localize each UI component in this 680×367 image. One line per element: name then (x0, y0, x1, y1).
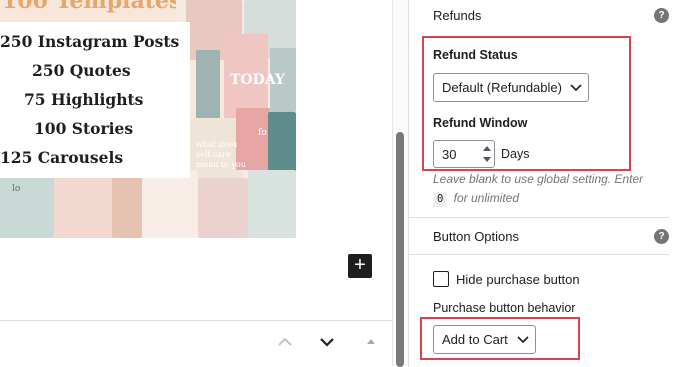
move-up-button[interactable] (273, 331, 297, 355)
chevron-down-icon (570, 84, 582, 92)
collage-small-text: fo (258, 128, 267, 138)
help-icon[interactable]: ? (654, 229, 669, 244)
hide-purchase-label[interactable]: Hide purchase button (456, 272, 580, 287)
button-options-panel-title: Button Options (433, 229, 519, 244)
collage-tile (268, 112, 296, 172)
refunds-panel-header[interactable]: Refunds ? (409, 0, 669, 32)
promo-line: 250 Instagram Posts (0, 32, 180, 51)
promo-line: 125 Carousels (0, 148, 124, 167)
chevron-down-icon (320, 338, 334, 347)
screen: TODAY what does self care mean to you lo… (0, 0, 680, 367)
panel-divider (409, 254, 669, 255)
editor-bottom-bar (0, 320, 392, 367)
promo-line: 250 Quotes (32, 61, 131, 80)
scroll-up-arrow[interactable] (359, 331, 383, 355)
product-image[interactable]: TODAY what does self care mean to you lo… (0, 0, 296, 238)
chevron-down-icon (517, 336, 529, 344)
refund-window-unit: Days (501, 147, 530, 161)
panel-divider (409, 217, 669, 218)
collage-tile (0, 176, 54, 238)
refund-status-value: Default (Refundable) (442, 80, 562, 95)
collage-tile (54, 172, 112, 238)
chevron-up-icon (278, 337, 292, 346)
spin-down-icon[interactable] (483, 157, 491, 162)
refund-window-label: Refund Window (433, 116, 528, 130)
add-block-button[interactable]: + (348, 254, 372, 278)
help-text-line: Leave blank to use global setting. Enter (433, 172, 644, 186)
refunds-panel-title: Refunds (433, 8, 482, 23)
refund-window-help-text: Leave blank to use global setting. Enter… (433, 170, 669, 208)
triangle-up-icon (367, 339, 375, 344)
purchase-behavior-label: Purchase button behavior (433, 301, 576, 315)
collage-tile (248, 170, 296, 238)
code-chip: 0 (433, 192, 448, 207)
image-headline: 100 Templates: (0, 0, 176, 22)
refund-status-label: Refund Status (433, 48, 518, 62)
number-spinner (483, 145, 491, 163)
promo-line: 100 Stories (34, 119, 134, 138)
image-text-panel: 250 Instagram Posts 250 Quotes 75 Highli… (0, 22, 190, 178)
button-options-panel-header[interactable]: Button Options ? (409, 221, 669, 253)
help-text-line: for unlimited (453, 191, 520, 205)
purchase-behavior-value: Add to Cart (442, 332, 508, 347)
collage-small-text: lo (12, 184, 21, 194)
collage-tile (112, 176, 142, 238)
move-down-button[interactable] (315, 331, 339, 355)
help-icon[interactable]: ? (654, 8, 669, 23)
collage-today-text: TODAY (230, 72, 285, 88)
promo-line: 75 Highlights (24, 90, 144, 109)
collage-tile (196, 50, 220, 120)
spin-up-icon[interactable] (483, 146, 491, 151)
collage-quote-text: what does self care mean to you (196, 140, 246, 169)
editor-canvas: TODAY what does self care mean to you lo… (0, 0, 372, 310)
hide-purchase-checkbox[interactable] (433, 271, 449, 287)
collage-tile (142, 170, 198, 238)
refund-status-select[interactable]: Default (Refundable) (433, 73, 589, 102)
plus-icon: + (354, 254, 366, 276)
purchase-behavior-select[interactable]: Add to Cart (433, 325, 536, 354)
refund-window-input[interactable]: 30 (433, 140, 495, 168)
settings-sidebar: Refunds ? Refund Status Default (Refunda… (408, 0, 680, 367)
collage-tile (198, 178, 248, 238)
refund-window-value: 30 (442, 147, 457, 162)
scrollbar-thumb[interactable] (396, 132, 404, 367)
